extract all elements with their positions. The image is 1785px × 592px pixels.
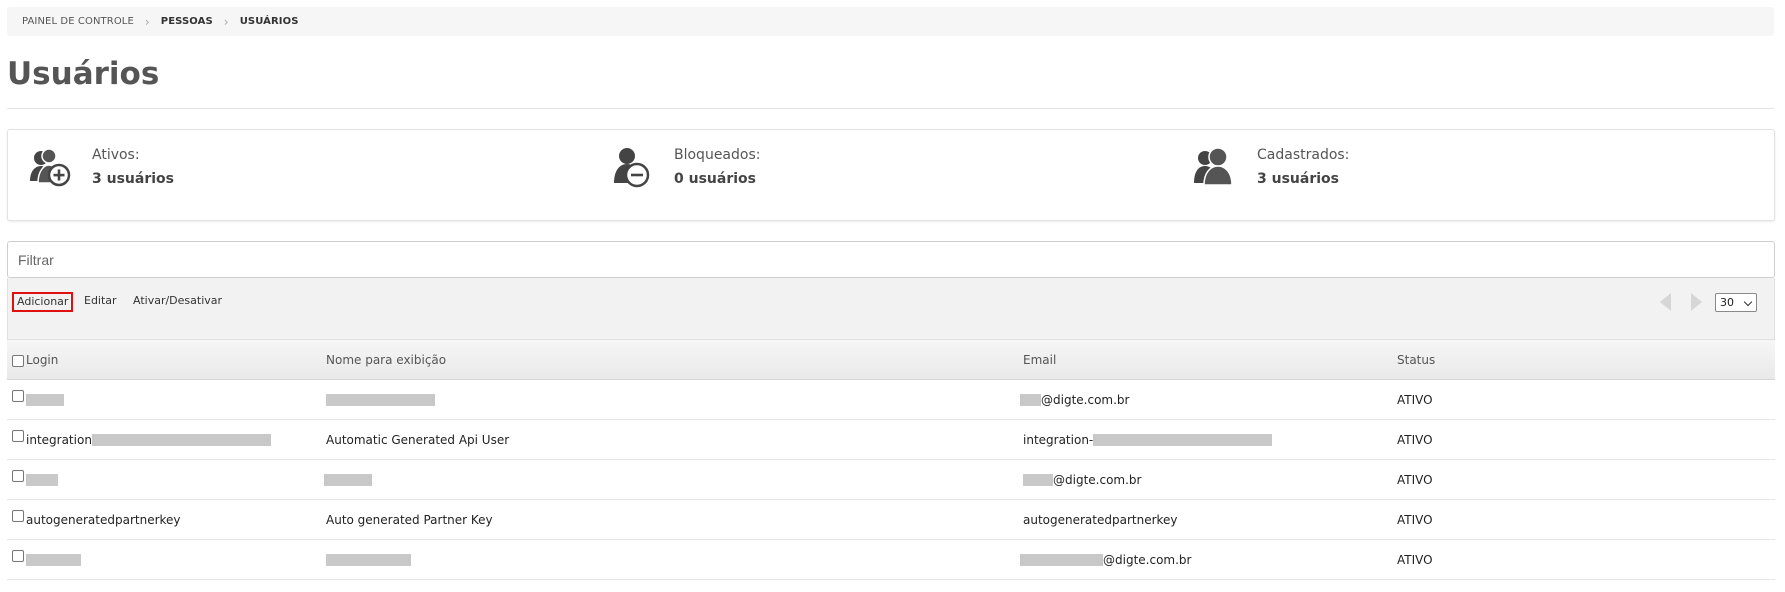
user-stats-panel: Ativos: 3 usuários Bloqueados: 0 usuário…	[7, 129, 1775, 221]
chevron-right-icon: ›	[223, 14, 229, 29]
redacted-text	[326, 393, 435, 406]
edit-button[interactable]: Editar	[81, 292, 120, 310]
row-name: Auto generated Partner Key	[326, 512, 493, 527]
chevron-down-icon	[1743, 297, 1753, 307]
redacted-text	[26, 473, 58, 486]
page-size-select[interactable]: 30	[1715, 293, 1757, 312]
table-row[interactable]: @digte.com.br ATIVO	[7, 380, 1775, 420]
breadcrumb-item-painel[interactable]: PAINEL DE CONTROLE	[22, 16, 134, 27]
column-header-login[interactable]: Login	[26, 353, 58, 367]
select-all-checkbox[interactable]	[12, 355, 24, 367]
row-checkbox[interactable]	[12, 389, 24, 402]
table-toolbar: Adicionar Editar Ativar/Desativar 30	[7, 278, 1775, 340]
divider	[7, 108, 1774, 109]
row-status: ATIVO	[1397, 432, 1433, 447]
table-header: Login Nome para exibição Email Status	[7, 340, 1775, 380]
users-group-icon	[1194, 147, 1233, 186]
page-size-value: 30	[1720, 296, 1734, 309]
table-row[interactable]: @digte.com.br ATIVO	[7, 540, 1775, 580]
next-page-icon[interactable]	[1691, 293, 1702, 311]
row-status: ATIVO	[1397, 472, 1433, 487]
table-row[interactable]: @digte.com.br ATIVO	[7, 460, 1775, 500]
breadcrumb-item-pessoas[interactable]: PESSOAS	[161, 16, 213, 27]
redacted-text	[91, 433, 271, 446]
row-login: autogeneratedpartnerkey	[26, 512, 181, 527]
table-row[interactable]: autogeneratedpartnerkey Auto generated P…	[7, 500, 1775, 540]
row-status: ATIVO	[1397, 512, 1433, 527]
stat-registered-value: 3 usuários	[1257, 171, 1339, 187]
row-status: ATIVO	[1397, 392, 1433, 407]
breadcrumb: PAINEL DE CONTROLE › PESSOAS › USUÁRIOS	[7, 7, 1774, 36]
redacted-text	[26, 553, 81, 566]
redacted-text	[1093, 433, 1273, 446]
breadcrumb-item-usuarios: USUÁRIOS	[239, 16, 299, 27]
row-checkbox[interactable]	[12, 509, 24, 522]
row-email: @digte.com.br	[1103, 552, 1192, 567]
row-checkbox[interactable]	[12, 549, 24, 562]
stat-blocked-label: Bloqueados:	[674, 147, 761, 163]
redacted-text	[1020, 393, 1041, 406]
users-add-icon	[30, 148, 71, 187]
row-checkbox[interactable]	[12, 429, 24, 442]
add-button[interactable]: Adicionar	[12, 292, 74, 312]
redacted-text	[324, 473, 372, 486]
stat-active-label: Ativos:	[92, 147, 140, 163]
stat-registered: Cadastrados: 3 usuários	[1193, 145, 1349, 191]
column-header-status[interactable]: Status	[1397, 353, 1435, 367]
redacted-text	[1020, 553, 1103, 566]
stat-registered-label: Cadastrados:	[1257, 147, 1350, 163]
page-title: Usuários	[7, 56, 160, 92]
column-header-name[interactable]: Nome para exibição	[326, 353, 446, 367]
users-table: Login Nome para exibição Email Status @d…	[7, 340, 1775, 580]
stat-blocked-value: 0 usuários	[674, 171, 756, 187]
chevron-right-icon: ›	[144, 14, 150, 29]
row-status: ATIVO	[1397, 552, 1433, 567]
stat-blocked: Bloqueados: 0 usuários	[610, 145, 760, 191]
prev-page-icon[interactable]	[1660, 293, 1671, 311]
row-email: autogeneratedpartnerkey	[1023, 512, 1178, 527]
column-header-email[interactable]: Email	[1023, 353, 1056, 367]
row-login: integration	[26, 432, 92, 447]
stat-active: Ativos: 3 usuários	[28, 145, 174, 191]
row-name: Automatic Generated Api User	[326, 432, 510, 447]
toggle-active-button[interactable]: Ativar/Desativar	[130, 292, 225, 310]
row-checkbox[interactable]	[12, 469, 24, 482]
row-email: @digte.com.br	[1053, 472, 1142, 487]
stat-active-value: 3 usuários	[92, 171, 174, 187]
user-remove-icon	[614, 148, 650, 188]
redacted-text	[1023, 473, 1053, 486]
row-email: integration-	[1023, 432, 1094, 447]
redacted-text	[326, 553, 411, 566]
filter-input[interactable]	[7, 241, 1775, 278]
row-email: @digte.com.br	[1041, 392, 1130, 407]
redacted-text	[26, 393, 64, 406]
table-row[interactable]: integration Automatic Generated Api User…	[7, 420, 1775, 460]
